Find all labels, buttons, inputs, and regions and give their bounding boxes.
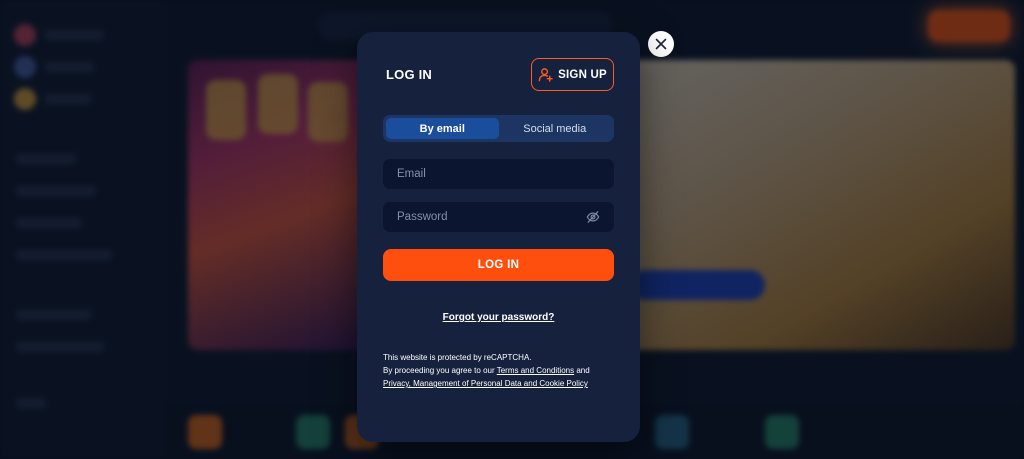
password-field-wrapper xyxy=(383,202,614,232)
eye-off-icon[interactable] xyxy=(586,210,600,224)
terms-suffix: and xyxy=(574,366,590,375)
legal-notice: This website is protected by reCAPTCHA. … xyxy=(383,351,623,390)
privacy-policy-link[interactable]: Privacy, Management of Personal Data and… xyxy=(383,379,588,388)
tab-social-media[interactable]: Social media xyxy=(499,118,612,139)
close-icon xyxy=(655,38,667,50)
tab-by-email[interactable]: By email xyxy=(386,118,499,139)
email-field[interactable] xyxy=(397,168,600,180)
email-field-wrapper xyxy=(383,159,614,189)
signup-button[interactable]: SIGN UP xyxy=(531,58,614,91)
login-button[interactable]: LOG IN xyxy=(383,249,614,281)
close-button[interactable] xyxy=(648,31,674,57)
forgot-password-link[interactable]: Forgot your password? xyxy=(357,312,640,323)
login-method-tabs: By email Social media xyxy=(383,115,614,142)
user-plus-icon xyxy=(538,68,553,82)
terms-link[interactable]: Terms and Conditions xyxy=(497,366,574,375)
login-modal: LOG IN SIGN UP By email Social media LOG… xyxy=(357,32,640,442)
terms-prefix: By proceeding you agree to our xyxy=(383,366,497,375)
recaptcha-notice: This website is protected by reCAPTCHA. xyxy=(383,353,532,362)
modal-title: LOG IN xyxy=(386,67,432,82)
password-field[interactable] xyxy=(397,211,586,223)
terms-line: By proceeding you agree to our Terms and… xyxy=(383,364,623,377)
privacy-line: Privacy, Management of Personal Data and… xyxy=(383,377,623,390)
signup-label: SIGN UP xyxy=(558,68,607,81)
